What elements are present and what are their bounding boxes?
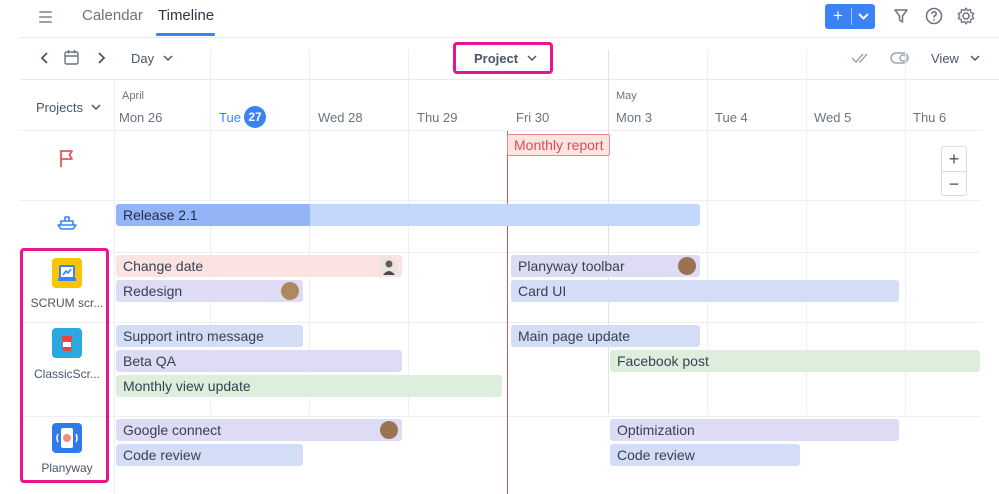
task-bar[interactable]: Google connect: [116, 419, 402, 441]
task-bar[interactable]: Beta QA: [116, 350, 402, 372]
chevron-down-icon: [91, 104, 101, 111]
add-button[interactable]: +: [825, 4, 875, 29]
zoom-out-button[interactable]: −: [942, 172, 966, 196]
flag-icon: [57, 147, 77, 169]
task-title: Main page update: [518, 328, 631, 344]
task-title: Optimization: [617, 422, 695, 438]
task-title: Code review: [123, 447, 201, 463]
day-header: Mon 26: [119, 110, 163, 125]
projects-dropdown[interactable]: Projects: [36, 100, 102, 115]
group-by-dropdown[interactable]: Project: [474, 51, 538, 66]
task-bar[interactable]: Code review: [610, 444, 800, 466]
top-bar: Calendar Timeline +: [0, 0, 999, 36]
task-bar[interactable]: Support intro message: [116, 325, 303, 347]
settings-icon[interactable]: [956, 6, 976, 26]
task-title: Google connect: [123, 422, 222, 438]
task-title: Redesign: [123, 283, 183, 299]
task-title: Facebook post: [617, 353, 709, 369]
zoom-control: + −: [941, 146, 967, 196]
task-title: Card UI: [518, 283, 567, 299]
help-icon[interactable]: [924, 6, 944, 26]
tab-timeline[interactable]: Timeline: [158, 7, 214, 24]
view-label: View: [931, 51, 959, 66]
avatar: [281, 282, 299, 300]
scrum-project-icon[interactable]: [52, 258, 82, 288]
task-bar[interactable]: Main page update: [511, 325, 700, 347]
task-bar[interactable]: Card UI: [511, 280, 899, 302]
prev-arrow-icon[interactable]: [38, 48, 52, 68]
classic-project-icon[interactable]: [52, 328, 82, 358]
task-bar[interactable]: Planyway toolbar: [511, 255, 700, 277]
month-label-may: May: [616, 90, 637, 102]
project-name: ClassicScr...: [33, 367, 100, 381]
next-arrow-icon[interactable]: [94, 48, 108, 68]
day-header: Wed 28: [318, 110, 363, 125]
task-bar[interactable]: Change date: [116, 255, 402, 277]
project-name: SCRUM scr...: [30, 296, 104, 310]
avatar: [380, 421, 398, 439]
scale-dropdown[interactable]: Day: [131, 51, 174, 66]
scale-label: Day: [131, 51, 155, 66]
add-dropdown-button[interactable]: [852, 4, 875, 29]
task-bar[interactable]: Facebook post: [610, 350, 980, 372]
avatar: [380, 257, 398, 275]
release-label: Release 2.1: [123, 207, 198, 223]
day-header: Fri 30: [516, 110, 550, 125]
planyway-project-icon[interactable]: [52, 423, 82, 453]
toggle-icon[interactable]: [889, 48, 911, 68]
zoom-in-button[interactable]: +: [942, 147, 966, 171]
tab-calendar[interactable]: Calendar: [82, 7, 143, 24]
month-label-april: April: [122, 90, 145, 102]
projects-label: Projects: [36, 100, 83, 115]
monthly-report-milestone[interactable]: Monthly report: [507, 134, 610, 156]
task-title: Monthly view update: [123, 378, 251, 394]
chevron-down-icon: [527, 55, 537, 62]
sidebar-divider: [114, 80, 115, 494]
project-name: Planyway: [41, 461, 93, 475]
day-header-today: Tue: [219, 110, 241, 125]
task-bar[interactable]: Optimization: [610, 419, 899, 441]
avatar: [678, 257, 696, 275]
chevron-down-icon: [163, 55, 173, 62]
task-title: Planyway toolbar: [518, 258, 625, 274]
chevron-down-icon: [858, 13, 869, 20]
task-title: Beta QA: [123, 353, 176, 369]
day-header: Thu 6: [913, 110, 947, 125]
task-bar[interactable]: Monthly view update: [116, 375, 502, 397]
task-bar[interactable]: Redesign: [116, 280, 303, 302]
day-header: Tue 4: [715, 110, 748, 125]
task-bar[interactable]: Code review: [116, 444, 303, 466]
day-header: Wed 5: [814, 110, 852, 125]
filter-icon[interactable]: [891, 6, 911, 26]
calendar-icon[interactable]: [63, 48, 81, 68]
task-title: Code review: [617, 447, 695, 463]
active-tab-indicator: [156, 33, 215, 36]
day-header: Mon 3: [616, 110, 653, 125]
view-dropdown[interactable]: View: [931, 51, 981, 66]
group-by-label: Project: [474, 51, 519, 66]
chevron-down-icon: [970, 55, 980, 62]
double-check-icon[interactable]: [850, 48, 872, 68]
task-title: Change date: [123, 258, 204, 274]
ship-icon: [55, 212, 79, 232]
today-line: [507, 131, 508, 494]
plus-icon[interactable]: +: [825, 4, 851, 29]
day-header: Thu 29: [417, 110, 458, 125]
today-badge: 27: [244, 106, 266, 128]
menu-icon[interactable]: [36, 7, 56, 27]
task-title: Support intro message: [123, 328, 264, 344]
